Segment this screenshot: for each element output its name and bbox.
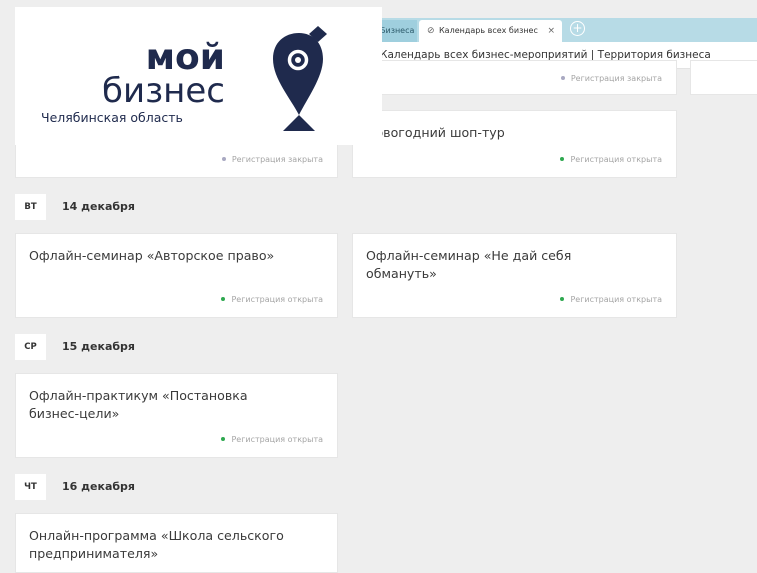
registration-status: Регистрация закрыта bbox=[560, 74, 662, 83]
status-dot-icon bbox=[560, 157, 565, 161]
location-pin-icon bbox=[273, 26, 327, 131]
day-date: 15 декабря bbox=[62, 340, 135, 353]
registration-status: Регистрация открыта bbox=[221, 435, 323, 444]
event-card[interactable]: Офлайн-семинар «Авторское право» Регистр… bbox=[15, 233, 338, 318]
close-tab-icon[interactable]: × bbox=[547, 20, 555, 42]
weekday-badge: ЧТ bbox=[15, 474, 46, 500]
status-dot-icon bbox=[221, 157, 226, 161]
day-date: 16 декабря bbox=[62, 480, 135, 493]
event-title[interactable]: Офлайн-семинар «Не дай себя обмануть» bbox=[366, 247, 606, 283]
day-date: 14 декабря bbox=[62, 200, 135, 213]
event-card[interactable]: Офлайн-практикум «Постановка бизнес-цели… bbox=[15, 373, 338, 458]
status-dot-icon bbox=[221, 297, 226, 301]
logo-line2: бизнес bbox=[102, 71, 225, 111]
registration-status: Регистрация открыта bbox=[221, 295, 323, 304]
browser-tab-label: Календарь всех бизнес bbox=[439, 26, 538, 35]
status-dot-icon bbox=[221, 437, 226, 441]
event-title[interactable]: Офлайн-семинар «Авторское право» bbox=[29, 247, 319, 265]
browser-tab-active[interactable]: ⊘ Календарь всех бизнес × bbox=[419, 20, 562, 42]
weekday-badge: СР bbox=[15, 334, 46, 360]
event-title[interactable]: Новогодний шоп-тур bbox=[366, 124, 505, 142]
event-card[interactable]: Онлайн-программа «Школа сельского предпр… bbox=[15, 513, 338, 573]
registration-status: Регистрация закрыта bbox=[221, 155, 323, 164]
browser-tab-label: Бизнеса bbox=[380, 26, 415, 35]
event-title[interactable]: Офлайн-практикум «Постановка бизнес-цели… bbox=[29, 387, 274, 423]
no-favicon-icon: ⊘ bbox=[427, 26, 435, 36]
new-tab-button[interactable]: + bbox=[570, 21, 585, 36]
event-card[interactable]: Офлайн-семинар «Не дай себя обмануть» Ре… bbox=[352, 233, 677, 318]
status-dot-icon bbox=[560, 76, 565, 80]
registration-status: Регистрация открыта bbox=[560, 295, 662, 304]
logo-region: Челябинская область bbox=[41, 110, 183, 125]
event-title[interactable]: Онлайн-программа «Школа сельского предпр… bbox=[29, 527, 319, 563]
logo-banner: мой бизнес Челябинская область bbox=[15, 7, 382, 145]
event-card[interactable]: Регистрация закрыта bbox=[352, 60, 677, 95]
status-dot-icon bbox=[560, 297, 565, 301]
registration-status: Регистрация открыта bbox=[560, 155, 662, 164]
event-card[interactable]: Новогодний шоп-тур Регистрация открыта bbox=[352, 110, 677, 178]
moi-biznes-logo: мой бизнес Челябинская область bbox=[41, 26, 327, 131]
event-card[interactable] bbox=[690, 60, 757, 95]
weekday-badge: ВТ bbox=[15, 194, 46, 220]
